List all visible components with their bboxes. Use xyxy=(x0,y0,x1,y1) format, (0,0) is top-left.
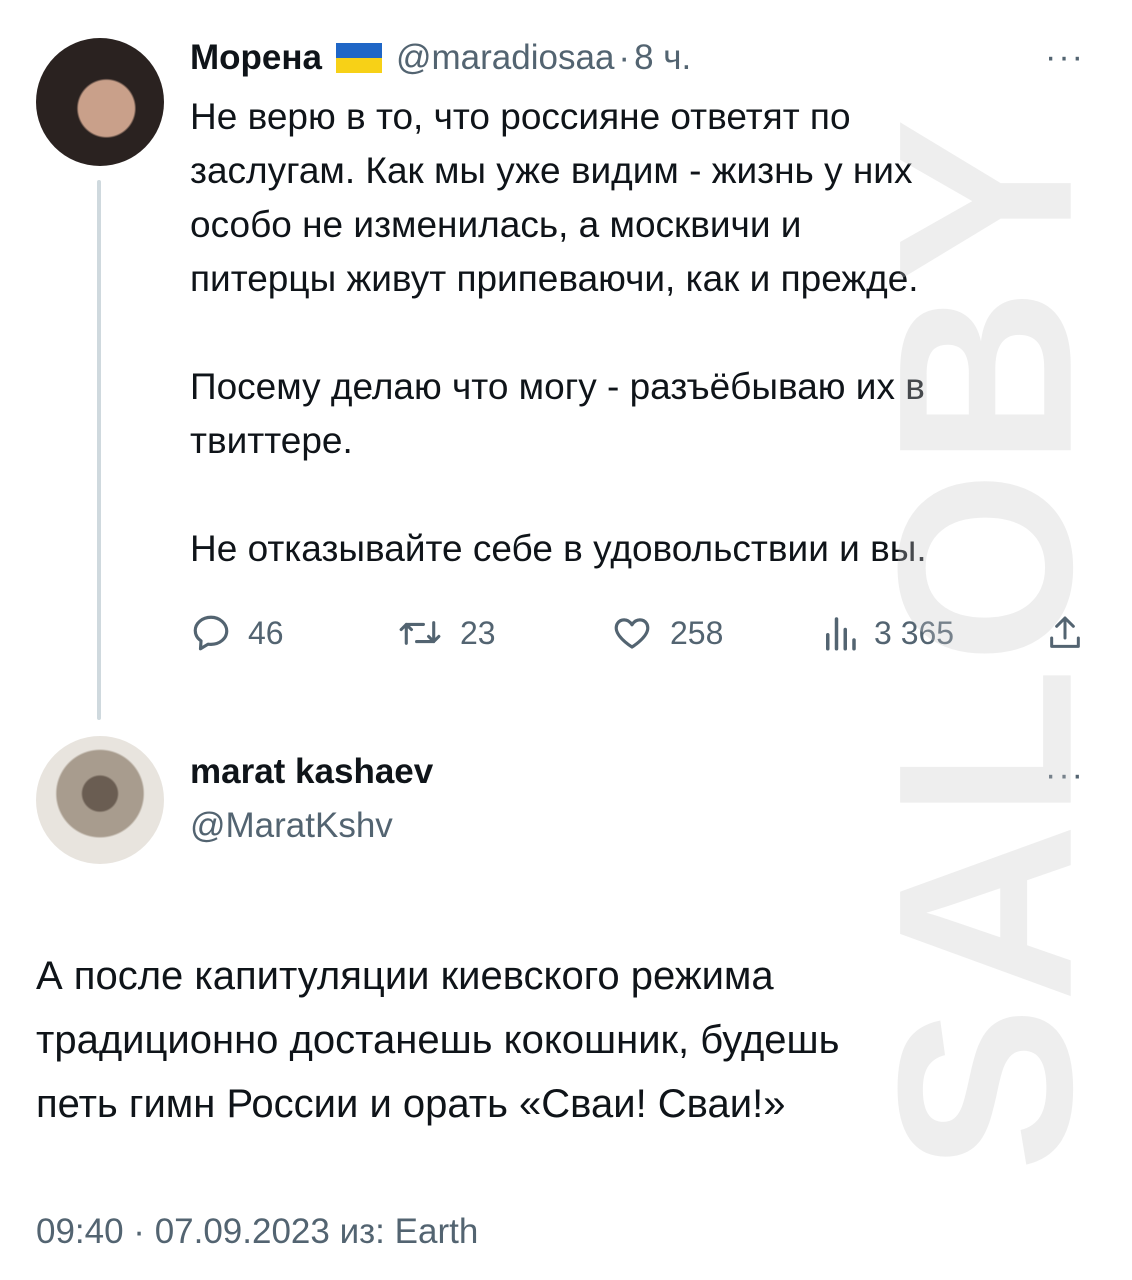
views-icon xyxy=(826,617,856,651)
heart-icon xyxy=(614,618,650,649)
author-handle[interactable]: @maradiosaa xyxy=(396,38,614,78)
views-count: 3 365 xyxy=(874,614,955,651)
tweet2-text: А после капитуляции киевского режима тра… xyxy=(36,954,840,1126)
retweet-button[interactable]: 23 xyxy=(396,612,496,654)
more-options-icon[interactable]: ··· xyxy=(1045,756,1085,795)
share-icon xyxy=(1050,616,1080,648)
tweet1-text: Не верю в то, что россияне ответят по за… xyxy=(190,96,927,569)
avatar-morena[interactable] xyxy=(36,38,164,166)
author-name[interactable]: Морена xyxy=(190,38,322,78)
ukraine-flag-icon xyxy=(336,43,382,73)
separator: · xyxy=(618,38,631,77)
tweet1-actions: 46 23 258 3 365 xyxy=(190,610,1090,660)
reply-count: 46 xyxy=(248,614,284,651)
more-options-icon[interactable]: ··· xyxy=(1045,38,1085,77)
reply-icon xyxy=(193,615,229,651)
share-button[interactable] xyxy=(1045,612,1085,654)
like-button[interactable]: 258 xyxy=(610,612,723,654)
retweet-icon xyxy=(399,621,441,645)
views-button[interactable]: 3 365 xyxy=(822,612,954,654)
tweet-time[interactable]: 8 ч. xyxy=(634,38,691,78)
avatar-marat[interactable] xyxy=(36,736,164,864)
author-handle[interactable]: @MaratKshv xyxy=(190,806,393,846)
like-count: 258 xyxy=(670,614,724,651)
tweet1-header: Морена @maradiosaa · 8 ч. xyxy=(190,36,691,80)
author-name[interactable]: marat kashaev xyxy=(190,752,433,792)
tweet-meta[interactable]: 09:40 · 07.09.2023 из: Earth xyxy=(36,1212,478,1252)
thread-line xyxy=(97,180,101,720)
retweet-count: 23 xyxy=(460,614,496,651)
reply-button[interactable]: 46 xyxy=(190,612,284,654)
